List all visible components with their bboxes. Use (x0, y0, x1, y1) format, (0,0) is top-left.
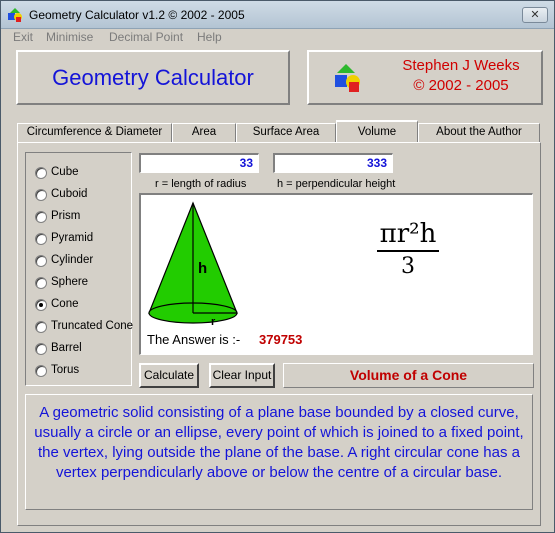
geometry-shapes-logo (335, 64, 360, 92)
main-window: Geometry Calculator v1.2 © 2002 - 2005 ✕… (0, 0, 555, 533)
radio-label: Pyramid (51, 232, 94, 244)
close-button[interactable]: ✕ (522, 7, 548, 23)
radio-label: Cone (51, 298, 79, 310)
window-title: Geometry Calculator v1.2 © 2002 - 2005 (29, 8, 245, 22)
formula-denominator: 3 (401, 254, 415, 279)
radio-button[interactable] (35, 189, 47, 201)
tab-strip: Circumference & Diameter Area Surface Ar… (17, 120, 541, 142)
tab-surface-area[interactable]: Surface Area (236, 123, 336, 142)
radio-label: Truncated Cone (51, 320, 134, 332)
menu-exit[interactable]: Exit (13, 30, 33, 44)
radio-button[interactable] (35, 343, 47, 355)
menu-decimal-point[interactable]: Decimal Point (109, 30, 183, 44)
radius-hint: r = length of radius (155, 178, 247, 190)
shape-title: Volume of a Cone (283, 363, 534, 388)
height-input[interactable]: 333 (273, 153, 393, 173)
radio-label: Cylinder (51, 254, 94, 266)
radio-button[interactable] (35, 277, 47, 289)
radio-label: Cuboid (51, 188, 88, 200)
header-title-panel: Geometry Calculator (16, 50, 290, 105)
radio-button[interactable] (35, 167, 47, 179)
shape-description: A geometric solid consisting of a plane … (25, 394, 533, 510)
cone-diagram: h r (148, 201, 238, 328)
tab-area[interactable]: Area (172, 123, 236, 142)
radio-button[interactable] (35, 233, 47, 245)
calculate-button[interactable]: Calculate (139, 363, 199, 388)
radio-button[interactable] (35, 255, 47, 267)
tab-about-the-author[interactable]: About the Author (418, 123, 540, 142)
radius-label: r (211, 316, 216, 328)
clear-input-button[interactable]: Clear Input (209, 363, 275, 388)
menu-help[interactable]: Help (197, 30, 222, 44)
radio-button[interactable] (35, 321, 47, 333)
radio-button[interactable] (35, 211, 47, 223)
tab-volume[interactable]: Volume (336, 120, 418, 142)
menu-bar: Exit Minimise Decimal Point Help (1, 29, 554, 46)
menu-minimise[interactable]: Minimise (46, 30, 93, 44)
shape-radio-group: Cube Cuboid Prism Pyramid Cylinder Spher… (25, 152, 134, 386)
cone-diagram-panel: h r πr²h 3 The Answer is :- 379753 (139, 193, 533, 355)
formula-numerator: πr²h (377, 219, 439, 252)
author-name: Stephen J Weeks (402, 57, 520, 74)
answer-value: 379753 (259, 332, 303, 347)
height-hint: h = perpendicular height (277, 178, 396, 190)
radius-input[interactable]: 33 (139, 153, 259, 173)
author-copyright: © 2002 - 2005 (413, 77, 509, 94)
answer-label: The Answer is :- (147, 332, 241, 347)
radio-button[interactable] (35, 365, 47, 377)
radio-label: Cube (51, 166, 79, 178)
radio-label: Sphere (51, 276, 89, 288)
app-icon (8, 8, 22, 22)
tab-circumference-diameter[interactable]: Circumference & Diameter (17, 123, 172, 142)
volume-formula: πr²h 3 (377, 219, 439, 279)
radio-label: Torus (51, 364, 80, 376)
radio-label: Barrel (51, 342, 82, 354)
radio-button-selected[interactable] (35, 299, 47, 311)
app-heading: Geometry Calculator (52, 65, 254, 90)
header-author-panel: Stephen J Weeks © 2002 - 2005 (307, 50, 543, 105)
radio-label: Prism (51, 210, 81, 222)
height-label: h (198, 260, 207, 277)
title-bar[interactable]: Geometry Calculator v1.2 © 2002 - 2005 ✕ (1, 1, 554, 29)
